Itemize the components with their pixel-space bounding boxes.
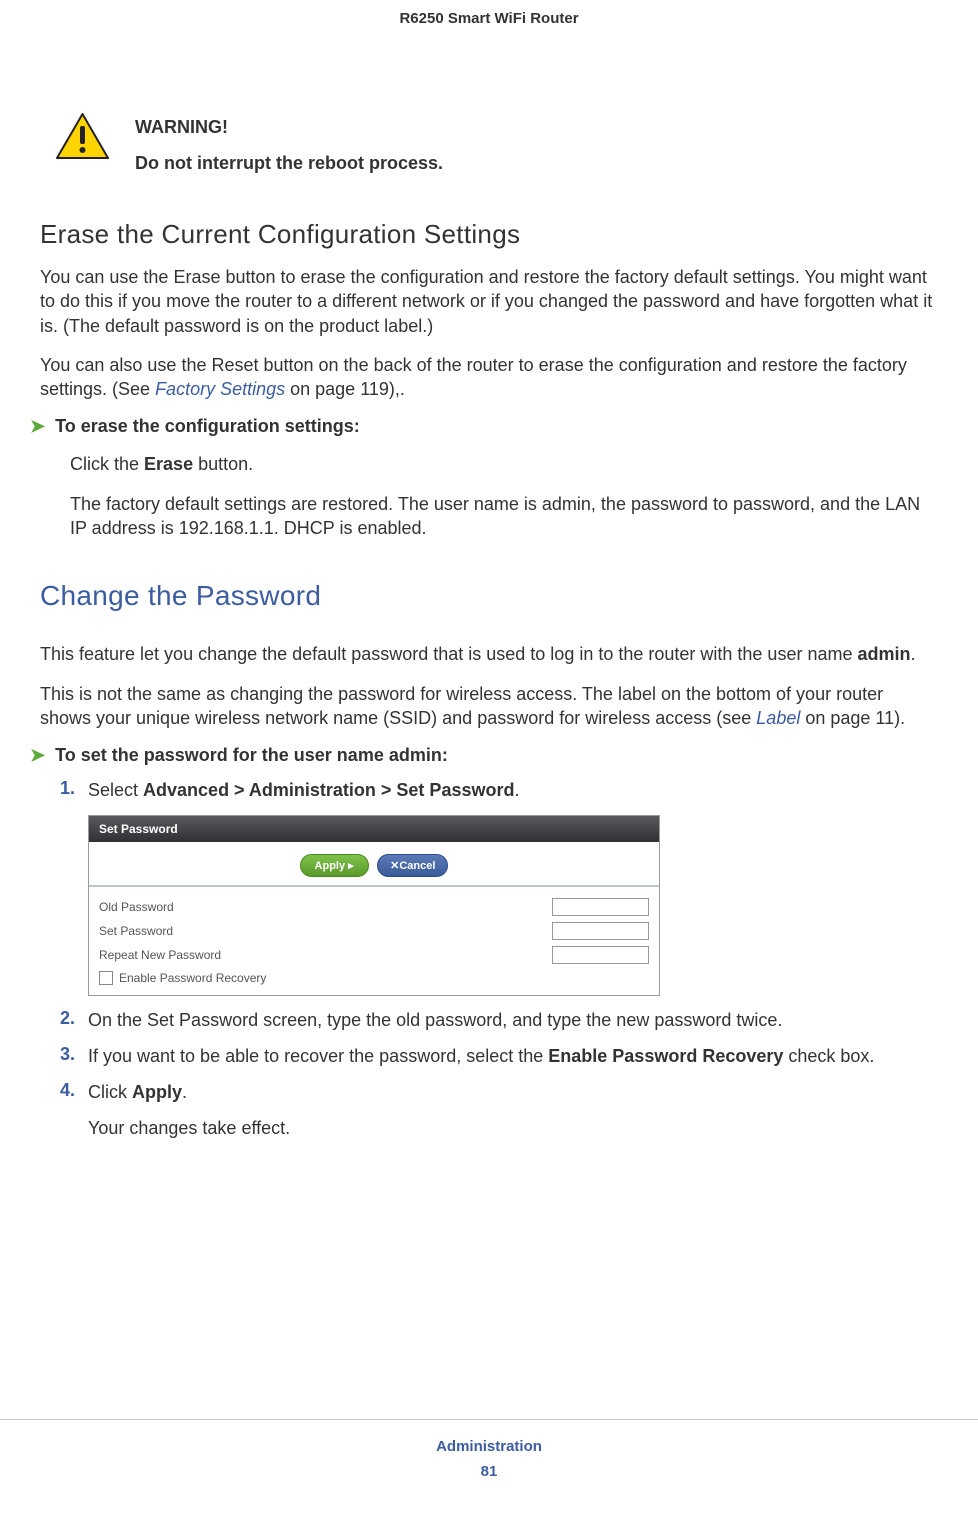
- text-fragment: .: [182, 1082, 187, 1102]
- link-factory-settings[interactable]: Factory Settings: [155, 379, 285, 399]
- task-arrow-icon: ➤: [30, 745, 45, 766]
- warning-label: WARNING!: [135, 117, 443, 138]
- text-fragment: button.: [193, 454, 253, 474]
- old-password-label: Old Password: [99, 900, 552, 914]
- warning-triangle-icon: [55, 112, 110, 165]
- text-fragment: Select: [88, 780, 143, 800]
- recovery-label: Enable Password Recovery: [119, 971, 266, 985]
- step-number: 3.: [60, 1044, 88, 1068]
- text-fragment: This feature let you change the default …: [40, 644, 857, 664]
- section-heading-erase: Erase the Current Configuration Settings: [40, 219, 938, 250]
- step-3: 3. If you want to be able to recover the…: [60, 1044, 938, 1068]
- repeat-password-label: Repeat New Password: [99, 948, 552, 962]
- text-fragment: .: [911, 644, 916, 664]
- repeat-password-row: Repeat New Password: [99, 943, 649, 967]
- admin-username: admin: [857, 644, 910, 664]
- footer-page-number: 81: [0, 1463, 978, 1480]
- set-password-screenshot: Set Password Apply ▸ ✕Cancel Old Passwor…: [88, 815, 660, 996]
- task-set-password: ➤ To set the password for the user name …: [30, 745, 938, 766]
- step-number: 4.: [60, 1080, 88, 1104]
- cancel-button[interactable]: ✕Cancel: [377, 854, 448, 877]
- nav-path: Advanced > Administration > Set Password: [143, 780, 514, 800]
- link-label[interactable]: Label: [756, 708, 800, 728]
- page-header-title: R6250 Smart WiFi Router: [40, 0, 938, 27]
- text-fragment: on page 119),.: [285, 379, 405, 399]
- erase-para-2: You can also use the Reset button on the…: [40, 353, 938, 402]
- step-4: 4. Click Apply.: [60, 1080, 938, 1104]
- step-number: 1.: [60, 778, 88, 802]
- warning-block: WARNING! Do not interrupt the reboot pro…: [55, 112, 938, 174]
- step-number: 2.: [60, 1008, 88, 1032]
- task-erase-text: To erase the configuration settings:: [55, 416, 360, 437]
- set-password-row: Set Password: [99, 919, 649, 943]
- footer-chapter: Administration: [0, 1438, 978, 1455]
- set-password-label: Set Password: [99, 924, 552, 938]
- repeat-password-input[interactable]: [552, 946, 649, 964]
- apply-button[interactable]: Apply ▸: [300, 854, 369, 877]
- task-erase-config: ➤ To erase the configuration settings:: [30, 416, 938, 437]
- old-password-input[interactable]: [552, 898, 649, 916]
- task-arrow-icon: ➤: [30, 416, 45, 437]
- text-fragment: If you want to be able to recover the pa…: [88, 1046, 548, 1066]
- text-fragment: Click the: [70, 454, 144, 474]
- section-heading-change-password: Change the Password: [40, 580, 938, 612]
- text-fragment: Click: [88, 1082, 132, 1102]
- set-password-input[interactable]: [552, 922, 649, 940]
- apply-button-name: Apply: [132, 1082, 182, 1102]
- step-4-result: Your changes take effect.: [88, 1116, 938, 1140]
- text-fragment: on page 11).: [800, 708, 905, 728]
- enable-recovery-checkbox[interactable]: [99, 971, 113, 985]
- step-2: 2. On the Set Password screen, type the …: [60, 1008, 938, 1032]
- warning-message: Do not interrupt the reboot process.: [135, 153, 443, 174]
- text-fragment: .: [514, 780, 519, 800]
- text-fragment: check box.: [783, 1046, 874, 1066]
- changepw-para-1: This feature let you change the default …: [40, 642, 938, 666]
- screenshot-header: Set Password: [89, 816, 659, 842]
- task-set-password-text: To set the password for the user name ad…: [55, 745, 448, 766]
- old-password-row: Old Password: [99, 895, 649, 919]
- step-2-text: On the Set Password screen, type the old…: [88, 1008, 782, 1032]
- erase-para-1: You can use the Erase button to erase th…: [40, 265, 938, 338]
- erase-step: Click the Erase button.: [70, 452, 938, 476]
- enable-recovery-option: Enable Password Recovery: [548, 1046, 783, 1066]
- erase-result: The factory default settings are restore…: [70, 492, 938, 541]
- step-1: 1. Select Advanced > Administration > Se…: [60, 778, 938, 802]
- page-footer: Administration 81: [0, 1419, 978, 1480]
- changepw-para-2: This is not the same as changing the pas…: [40, 682, 938, 731]
- recovery-checkbox-row: Enable Password Recovery: [99, 967, 649, 985]
- erase-button-name: Erase: [144, 454, 193, 474]
